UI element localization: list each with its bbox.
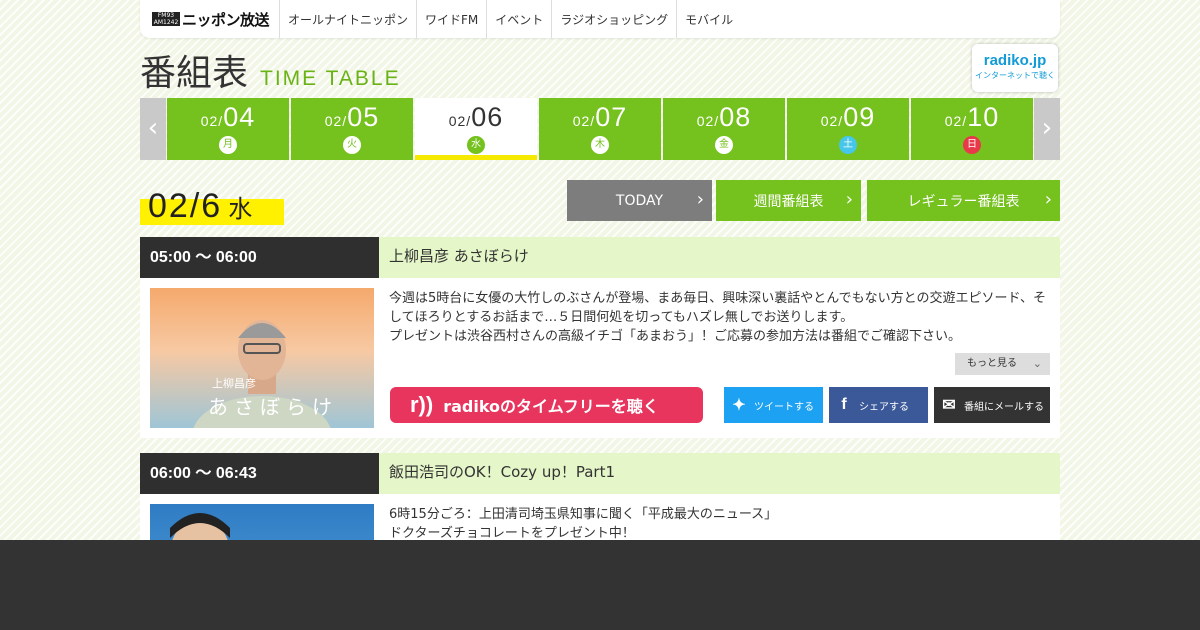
- regular-schedule-label: レギュラー番組表: [907, 193, 1020, 210]
- twitter-icon: ✦: [732, 397, 746, 414]
- program-time: 05:00 ～ 06:00: [140, 237, 379, 278]
- day-of-week-badge: 木: [591, 136, 609, 154]
- radiko-timefree-button[interactable]: r)) radikoのタイムフリーを聴く: [390, 387, 703, 423]
- mail-button[interactable]: ✉ 番組にメールする: [934, 387, 1050, 423]
- regular-schedule-button[interactable]: レギュラー番組表 ›: [867, 180, 1060, 221]
- nav-item-allnight[interactable]: オールナイトニッポン: [280, 0, 418, 38]
- thumbnail-program-title: あさぼらけ: [208, 395, 338, 419]
- top-nav: FM93 AM1242 ニッポン放送 オールナイトニッポン ワイドFM イベント…: [140, 0, 1060, 38]
- chevron-right-icon: ›: [845, 189, 853, 210]
- day-number: 06: [471, 102, 504, 132]
- program-time: 06:00 ～ 06:43: [140, 453, 379, 494]
- program-description-line: 6時15分ごろ：上田清司埼玉県知事に聞く「平成最大のニュース」: [389, 507, 778, 522]
- page-title: 番組表 TIME TABLE: [140, 52, 401, 96]
- program-description: 6時15分ごろ：上田清司埼玉県知事に聞く「平成最大のニュース」 ドクターズチョコ…: [389, 505, 1049, 543]
- logo-text: ニッポン放送: [182, 10, 270, 29]
- day-month: 02/: [944, 113, 968, 129]
- day-tab-06[interactable]: 02/06 水: [415, 98, 537, 160]
- program-description-line: 今週は5時台に女優の大竹しのぶさんが登場、まあ毎日、興味深い裏話やとんでもない方…: [389, 291, 1046, 325]
- day-tab-08[interactable]: 02/08 金: [663, 98, 785, 160]
- program-description: 今週は5時台に女優の大竹しのぶさんが登場、まあ毎日、興味深い裏話やとんでもない方…: [389, 289, 1049, 346]
- day-number: 08: [719, 102, 752, 132]
- tweet-button[interactable]: ✦ ツイートする: [724, 387, 823, 423]
- radiko-caption: インターネットで聴く: [975, 71, 1055, 80]
- day-number: 07: [595, 102, 628, 132]
- current-date-heading: 02/6 水: [140, 186, 284, 229]
- nav-item-shopping[interactable]: ラジオショッピング: [552, 0, 678, 38]
- program-thumbnail[interactable]: 上柳昌彦 あさぼらけ: [150, 288, 374, 428]
- day-number: 10: [967, 102, 1000, 132]
- day-month: 02/: [324, 113, 348, 129]
- day-of-week-badge: 金: [715, 136, 733, 154]
- chevron-left-icon: ‹: [147, 113, 159, 143]
- facebook-icon: f: [841, 396, 847, 413]
- weekly-schedule-label: 週間番組表: [753, 193, 824, 210]
- day-tab-04[interactable]: 02/04 月: [167, 98, 289, 160]
- day-month: 02/: [572, 113, 596, 129]
- page-title-main: 番組表: [140, 53, 249, 94]
- facebook-share-button[interactable]: f シェアする: [829, 387, 928, 423]
- day-tab-07[interactable]: 02/07 木: [539, 98, 661, 160]
- today-label: TODAY: [615, 192, 664, 209]
- current-date: 02/6: [148, 187, 223, 225]
- program-title[interactable]: 上柳昌彦 あさぼらけ: [379, 237, 1060, 278]
- thumbnail-host-name: 上柳昌彦: [212, 377, 256, 390]
- chevron-right-icon: ›: [696, 189, 704, 210]
- nav-item-widefm[interactable]: ワイドFM: [417, 0, 488, 38]
- date-selector: ‹ 02/04 月 02/05 火 02/06 水 02/07 木 02/08 …: [140, 98, 1060, 160]
- day-tab-09[interactable]: 02/09 土: [787, 98, 909, 160]
- prev-week-button[interactable]: ‹: [140, 98, 166, 160]
- day-month: 02/: [820, 113, 844, 129]
- day-of-week-badge: 月: [219, 136, 237, 154]
- day-month: 02/: [200, 113, 224, 129]
- day-number: 05: [347, 102, 380, 132]
- day-tab-10[interactable]: 02/10 日: [911, 98, 1033, 160]
- day-month: 02/: [448, 113, 472, 129]
- day-of-week-badge: 土: [839, 136, 857, 154]
- radiko-icon: r)): [410, 392, 434, 417]
- day-of-week-badge: 日: [963, 136, 981, 154]
- tweet-label: ツイートする: [754, 401, 814, 413]
- next-week-button[interactable]: ›: [1034, 98, 1060, 160]
- radiko-link[interactable]: radiko.jp インターネットで聴く: [972, 44, 1058, 92]
- site-logo[interactable]: FM93 AM1242 ニッポン放送: [140, 0, 281, 38]
- day-month: 02/: [696, 113, 720, 129]
- radiko-timefree-label: radikoのタイムフリーを聴く: [443, 397, 659, 416]
- current-day-of-week: 水: [228, 195, 255, 223]
- more-label: もっと見る: [967, 358, 1017, 369]
- day-tab-05[interactable]: 02/05 火: [291, 98, 413, 160]
- program-description-line: プレゼントは渋谷西村さんの高級イチゴ「あまおう」！ご応募の参加方法は番組でご確認…: [389, 329, 962, 344]
- nav-item-event[interactable]: イベント: [487, 0, 553, 38]
- day-of-week-badge: 水: [467, 136, 485, 154]
- day-number: 04: [223, 102, 256, 132]
- radiko-logo: radiko.jp: [983, 52, 1047, 69]
- today-button[interactable]: TODAY ›: [567, 180, 712, 221]
- chevron-right-icon: ›: [1041, 113, 1053, 143]
- weekly-schedule-button[interactable]: 週間番組表 ›: [716, 180, 861, 221]
- program-title[interactable]: 飯田浩司のOK！Cozy up！Part1: [379, 453, 1060, 494]
- nav-item-mobile[interactable]: モバイル: [677, 0, 741, 38]
- page-title-sub: TIME TABLE: [260, 67, 401, 90]
- bottom-overlay-bar: [0, 540, 1200, 630]
- chevron-right-icon: ›: [1044, 189, 1052, 210]
- program-item: 05:00 ～ 06:00 上柳昌彦 あさぼらけ 上柳昌彦 あさぼらけ 今週は5…: [140, 237, 1060, 438]
- frequency-badge: FM93 AM1242: [152, 12, 180, 26]
- day-of-week-badge: 火: [343, 136, 361, 154]
- mail-icon: ✉: [942, 397, 956, 414]
- mail-label: 番組にメールする: [964, 401, 1044, 413]
- chevron-down-icon: ⌄: [1032, 357, 1042, 370]
- share-label: シェアする: [859, 401, 909, 413]
- day-number: 09: [843, 102, 876, 132]
- more-button[interactable]: もっと見る ⌄: [955, 353, 1050, 375]
